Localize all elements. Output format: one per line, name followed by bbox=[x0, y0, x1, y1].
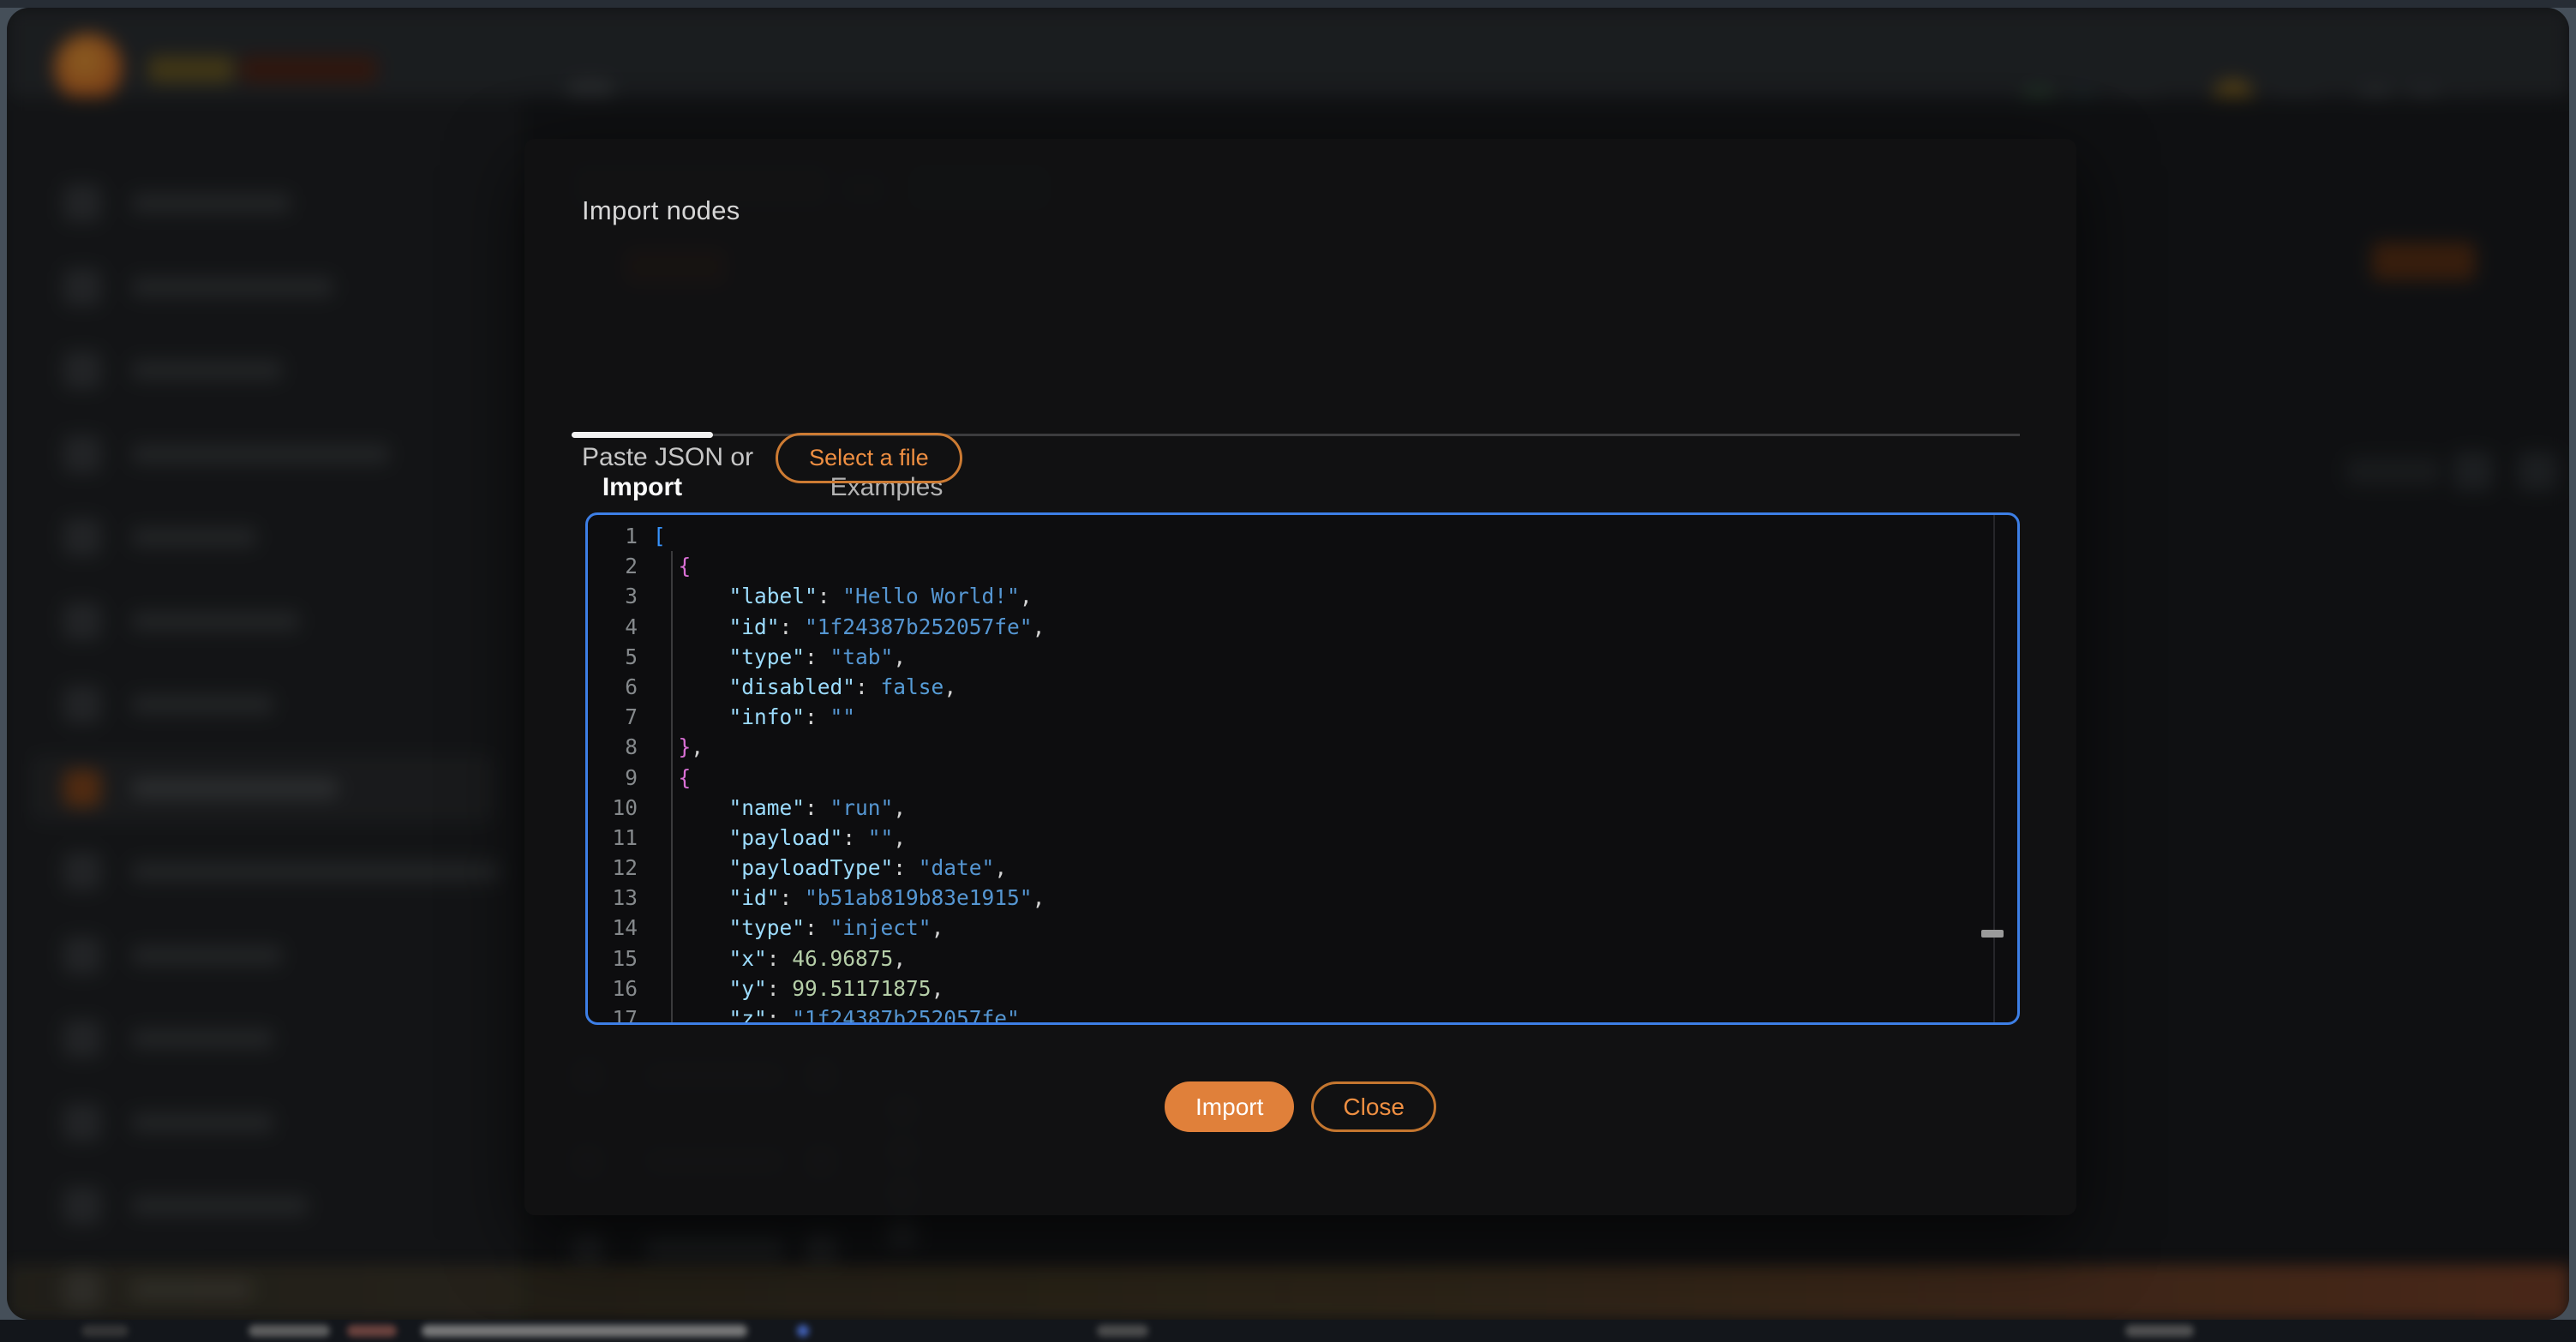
line-number: 4 bbox=[588, 612, 653, 642]
taskbar-item-blob bbox=[347, 1325, 397, 1337]
code-line: 8 }, bbox=[588, 732, 2017, 762]
taskbar-item-blob bbox=[1097, 1325, 1148, 1337]
taskbar-item-blob bbox=[81, 1325, 129, 1337]
code-line: 13 "id": "b51ab819b83e1915", bbox=[588, 883, 2017, 913]
line-number: 10 bbox=[588, 793, 653, 823]
line-number: 14 bbox=[588, 913, 653, 943]
code-line: 15 "x": 46.96875, bbox=[588, 944, 2017, 974]
line-number: 12 bbox=[588, 853, 653, 883]
editor-scrollbar-thumb[interactable] bbox=[1981, 930, 2004, 938]
paste-json-label: Paste JSON or bbox=[582, 443, 753, 472]
code-line: 17 "z": "1f24387b252057fe", bbox=[588, 1004, 2017, 1025]
line-number: 11 bbox=[588, 823, 653, 853]
dialog-title: Import nodes bbox=[582, 195, 740, 226]
app-window: Import nodes Import Examples Paste JSON … bbox=[7, 8, 2569, 1320]
code-line: 12 "payloadType": "date", bbox=[588, 853, 2017, 883]
taskbar-item-blob bbox=[797, 1325, 809, 1337]
line-number: 1 bbox=[588, 521, 653, 551]
taskbar-item-blob bbox=[2125, 1325, 2194, 1337]
desktop: { "modal": { "title": "Import nodes", "t… bbox=[0, 0, 2576, 1342]
import-button[interactable]: Import bbox=[1165, 1081, 1294, 1132]
line-number: 15 bbox=[588, 944, 653, 974]
line-number: 13 bbox=[588, 883, 653, 913]
json-editor[interactable]: 1[2 {3 "label": "Hello World!",4 "id": "… bbox=[585, 512, 2020, 1025]
editor-scrollbar-track bbox=[1993, 515, 1995, 1022]
select-file-button[interactable]: Select a file bbox=[776, 433, 962, 483]
desktop-top-edge bbox=[0, 0, 2576, 8]
code-line: 11 "payload": "", bbox=[588, 823, 2017, 853]
code-line: 5 "type": "tab", bbox=[588, 642, 2017, 672]
window-bottom-glow bbox=[7, 1265, 2569, 1320]
code-line: 4 "id": "1f24387b252057fe", bbox=[588, 612, 2017, 642]
editor-lines: 1[2 {3 "label": "Hello World!",4 "id": "… bbox=[588, 515, 2017, 1022]
code-line: 3 "label": "Hello World!", bbox=[588, 581, 2017, 611]
code-line: 1[ bbox=[588, 521, 2017, 551]
taskbar-item-blob bbox=[249, 1325, 330, 1337]
code-line: 14 "type": "inject", bbox=[588, 913, 2017, 943]
taskbar-item-blob bbox=[422, 1325, 747, 1337]
indent-guide bbox=[671, 551, 673, 1022]
paste-json-row: Paste JSON or Select a file bbox=[582, 432, 962, 483]
code-line: 2 { bbox=[588, 551, 2017, 581]
code-line: 16 "y": 99.51171875, bbox=[588, 974, 2017, 1004]
line-number: 3 bbox=[588, 581, 653, 611]
import-nodes-dialog: Import nodes Import Examples Paste JSON … bbox=[524, 139, 2076, 1215]
line-number: 6 bbox=[588, 672, 653, 702]
line-number: 5 bbox=[588, 642, 653, 672]
line-number: 2 bbox=[588, 551, 653, 581]
line-number: 9 bbox=[588, 763, 653, 793]
dialog-buttons: Import Close bbox=[524, 1081, 2076, 1132]
line-number: 17 bbox=[588, 1004, 653, 1025]
code-line: 7 "info": "" bbox=[588, 702, 2017, 732]
code-line: 6 "disabled": false, bbox=[588, 672, 2017, 702]
line-number: 7 bbox=[588, 702, 653, 732]
line-number: 8 bbox=[588, 732, 653, 762]
close-button[interactable]: Close bbox=[1311, 1081, 1436, 1132]
code-line: 9 { bbox=[588, 763, 2017, 793]
line-number: 16 bbox=[588, 974, 653, 1004]
code-line: 10 "name": "run", bbox=[588, 793, 2017, 823]
